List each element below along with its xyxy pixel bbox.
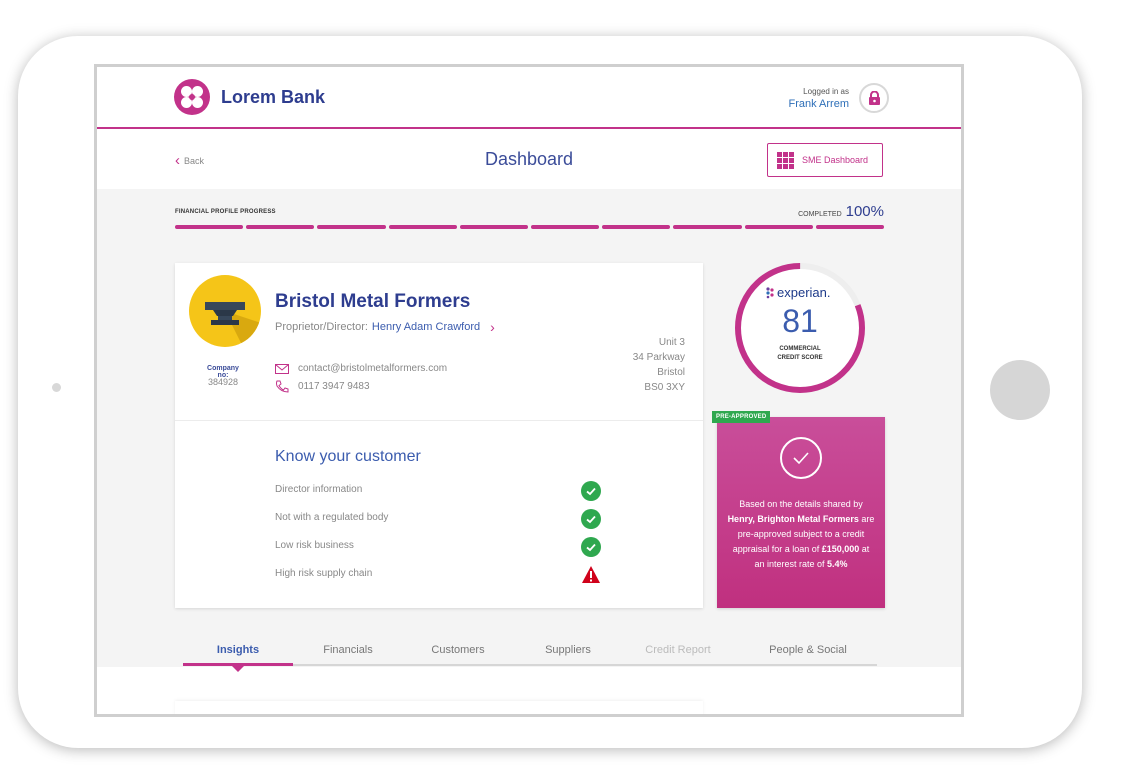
approval-company: Henry, Brighton Metal Formers — [727, 514, 859, 524]
experian-dots-icon — [766, 286, 774, 298]
kyc-item: Director information — [275, 481, 605, 501]
progress-segment — [317, 225, 386, 229]
phone-row[interactable]: 0117 3947 9483 — [275, 380, 370, 393]
progress-bar — [175, 225, 885, 229]
experian-logo: experian. — [765, 285, 830, 300]
progress-segment — [246, 225, 315, 229]
tab-financials[interactable]: Financials — [293, 644, 403, 656]
kyc-item: High risk supply chain — [275, 565, 605, 585]
kyc-item: Low risk business — [275, 537, 605, 557]
credit-score-label-line: CREDIT SCORE — [777, 355, 823, 361]
tab-insights[interactable]: Insights — [183, 644, 293, 656]
user-name-link[interactable]: Frank Arrem — [788, 98, 849, 110]
kyc-item-label: Director information — [275, 484, 363, 495]
company-details: Bristol Metal Formers Proprietor/Directo… — [175, 263, 703, 421]
kyc-title: Know your customer — [275, 448, 421, 465]
lock-icon — [869, 91, 880, 105]
logged-in-label: Logged in as — [803, 87, 849, 96]
top-header: Lorem Bank Logged in as Frank Arrem — [97, 67, 961, 129]
email-row[interactable]: contact@bristolmetalformers.com — [275, 363, 447, 374]
pre-approved-badge: PRE-APPROVED — [712, 411, 771, 423]
sme-dashboard-button[interactable]: SME Dashboard — [767, 143, 883, 177]
warning-triangle-icon — [581, 565, 601, 585]
kyc-item-label: High risk supply chain — [275, 568, 373, 579]
credit-score-value: 81 — [782, 303, 818, 339]
chevron-right-icon[interactable]: › — [490, 319, 495, 335]
pre-approved-text: Based on the details shared by Henry, Br… — [727, 497, 875, 572]
progress-label: FINANCIAL PROFILE PROGRESS — [175, 209, 276, 215]
director-label: Proprietor/Director: — [275, 321, 368, 333]
progress-segment — [815, 225, 885, 229]
progress-segment — [175, 225, 244, 229]
grid-icon — [777, 151, 794, 169]
approval-rate: 5.4% — [827, 559, 848, 569]
check-circle-icon — [581, 509, 601, 529]
credit-score-label-line: COMMERCIAL — [779, 346, 821, 352]
experian-name: experian. — [777, 285, 831, 300]
app-screen: Lorem Bank Logged in as Frank Arrem ‹ Ba… — [94, 64, 964, 717]
tab-customers[interactable]: Customers — [403, 644, 513, 656]
progress-segment — [459, 225, 529, 229]
anvil-icon — [189, 275, 261, 347]
progress-segment — [388, 225, 457, 229]
check-circle-icon — [581, 481, 601, 501]
check-circle-icon — [780, 437, 822, 479]
kyc-item: Not with a regulated body — [275, 509, 605, 529]
tablet-camera — [52, 383, 61, 392]
progress-segment — [673, 225, 742, 229]
kyc-item-label: Not with a regulated body — [275, 512, 389, 523]
approval-text: Based on the details shared by — [739, 499, 863, 509]
tablet-home-button[interactable] — [990, 360, 1050, 420]
progress-completed: COMPLETED 100% — [798, 203, 884, 220]
company-no-value: 384928 — [207, 377, 239, 387]
progress-percent: 100% — [845, 203, 884, 220]
company-address: Unit 3 34 Parkway Bristol BS0 3XY — [633, 335, 685, 395]
phone-icon — [276, 380, 289, 393]
logout-lock-button[interactable] — [859, 83, 889, 113]
pre-approved-card: PRE-APPROVED Based on the details shared… — [712, 411, 885, 608]
director-name[interactable]: Henry Adam Crawford — [372, 321, 480, 333]
progress-segment — [531, 225, 600, 229]
company-name: Bristol Metal Formers — [275, 291, 471, 312]
insights-panel — [175, 701, 703, 714]
sub-header: ‹ Back Dashboard SME Dashboard — [97, 131, 961, 189]
envelope-icon — [275, 363, 289, 374]
phone-value[interactable]: 0117 3947 9483 — [298, 381, 370, 392]
check-circle-icon — [581, 537, 601, 557]
dashboard-content: FINANCIAL PROFILE PROGRESS COMPLETED 100… — [97, 189, 961, 714]
credit-score-label: COMMERCIAL CREDIT SCORE — [731, 345, 869, 363]
progress-segment — [744, 225, 813, 229]
approval-amount: £150,000 — [821, 544, 860, 554]
brand-name: Lorem Bank — [221, 87, 326, 107]
tab-credit-report[interactable]: Credit Report — [623, 644, 733, 656]
address-line: BS0 3XY — [644, 382, 685, 393]
credit-score-widget: experian. 81 COMMERCIAL CREDIT SCORE — [731, 259, 869, 397]
email-value[interactable]: contact@bristolmetalformers.com — [298, 363, 447, 374]
director-row[interactable]: Proprietor/Director: Henry Adam Crawford… — [275, 319, 495, 335]
progress-segment — [602, 225, 671, 229]
active-tab-caret — [232, 666, 244, 672]
completed-label: COMPLETED — [798, 211, 842, 218]
address-line: Unit 3 — [658, 337, 685, 348]
clover-logo-icon — [174, 79, 210, 115]
company-card: Bristol Metal Formers Proprietor/Directo… — [175, 263, 703, 608]
tab-suppliers[interactable]: Suppliers — [513, 644, 623, 656]
address-line: 34 Parkway — [632, 352, 685, 363]
tab-people-social[interactable]: People & Social — [743, 644, 873, 656]
kyc-item-label: Low risk business — [275, 540, 354, 551]
tab-bar: Insights Financials Customers Suppliers … — [183, 639, 877, 672]
address-line: Bristol — [657, 367, 685, 378]
sme-dashboard-label: SME Dashboard — [802, 155, 869, 165]
